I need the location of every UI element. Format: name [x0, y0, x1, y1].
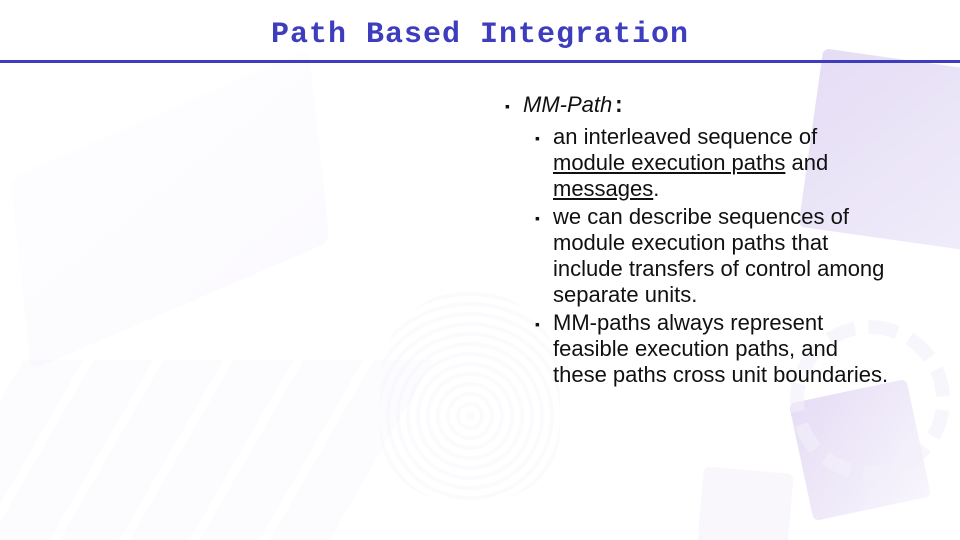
content-block: ▪ MM-Path: ▪ an interleaved sequence of …	[505, 92, 890, 389]
bullet-icon: ▪	[505, 92, 523, 120]
heading-colon: :	[612, 94, 625, 119]
bullet-text-3: MM-paths always represent feasible execu…	[553, 310, 890, 388]
text-fragment: an interleaved sequence of	[553, 124, 817, 149]
heading-item: ▪ MM-Path:	[505, 92, 890, 120]
text-fragment: .	[653, 176, 659, 201]
bullet-text-2: we can describe sequences of module exec…	[553, 204, 890, 308]
bullet-icon: ▪	[535, 124, 553, 202]
sub-bullet-list: ▪ an interleaved sequence of module exec…	[535, 124, 890, 388]
underlined-text: module execution paths	[553, 150, 785, 175]
list-item: ▪ an interleaved sequence of module exec…	[535, 124, 890, 202]
bullet-icon: ▪	[535, 204, 553, 308]
slide: Path Based Integration ▪ MM-Path: ▪ an i…	[0, 0, 960, 540]
text-fragment: and	[785, 150, 828, 175]
underlined-text: messages	[553, 176, 653, 201]
heading-term: MM-Path	[523, 92, 612, 117]
bullet-icon: ▪	[535, 310, 553, 388]
title-divider	[0, 60, 960, 63]
slide-title: Path Based Integration	[0, 0, 960, 52]
bullet-text-1: an interleaved sequence of module execut…	[553, 124, 890, 202]
list-item: ▪ we can describe sequences of module ex…	[535, 204, 890, 308]
list-item: ▪ MM-paths always represent feasible exe…	[535, 310, 890, 388]
